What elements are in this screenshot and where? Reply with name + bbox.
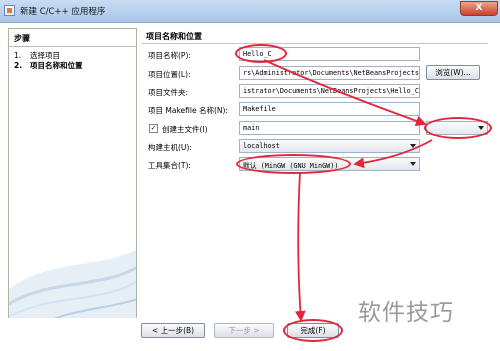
project-location-label: 项目位置(L): [148, 70, 191, 79]
window-title: 新建 C/C++ 应用程序 [20, 7, 106, 17]
steps-header: 步骤 [9, 29, 136, 47]
project-folder-input[interactable]: istrator\Documents\NetBeansProjects\Hell… [239, 84, 420, 98]
close-button[interactable]: X [460, 1, 498, 16]
create-main-label: 创建主文件(I) [162, 125, 208, 134]
build-host-label: 构建主机(U): [148, 143, 192, 152]
annotation-oval-project-name [235, 44, 287, 63]
steps-panel: 步骤 1. 选择项目 2. 项目名称和位置 [8, 28, 137, 332]
next-button[interactable]: 下一步 > [214, 323, 274, 338]
title-bar: 新建 C/C++ 应用程序 X [0, 0, 500, 23]
create-main-checkbox[interactable]: ✓ [149, 124, 158, 133]
annotation-oval-tool-collection [236, 154, 351, 174]
browse-button[interactable]: 浏览(W)... [426, 65, 480, 80]
steps-list: 1. 选择项目 2. 项目名称和位置 [14, 51, 134, 71]
chevron-down-icon [410, 144, 416, 148]
build-host-dropdown[interactable]: localhost [239, 139, 420, 153]
makefile-name-label: 项目 Makefile 名称(N): [148, 106, 228, 115]
project-folder-label: 项目文件夹: [148, 88, 189, 97]
annotation-oval-main-dropdown [424, 117, 492, 139]
chevron-down-icon [410, 162, 416, 166]
section-divider [142, 43, 488, 44]
step-name-location: 2. 项目名称和位置 [14, 61, 83, 70]
main-file-input[interactable]: main [239, 121, 420, 135]
back-button[interactable]: < 上一步(B) [141, 323, 205, 338]
tool-collection-label: 工具集合(T): [148, 161, 191, 170]
project-name-label: 项目名称(P): [148, 51, 191, 60]
watermark-text: 软件技巧 [358, 300, 454, 326]
annotation-oval-finish [283, 319, 343, 342]
makefile-name-input[interactable]: Makefile [239, 102, 420, 116]
section-title: 项目名称和位置 [146, 32, 202, 41]
project-location-input[interactable]: rs\Administrator\Documents\NetBeansProje… [239, 66, 420, 80]
step-choose-project: 1. 选择项目 [14, 51, 60, 60]
watermark: 软件技巧 [350, 285, 500, 351]
app-icon [4, 5, 15, 16]
